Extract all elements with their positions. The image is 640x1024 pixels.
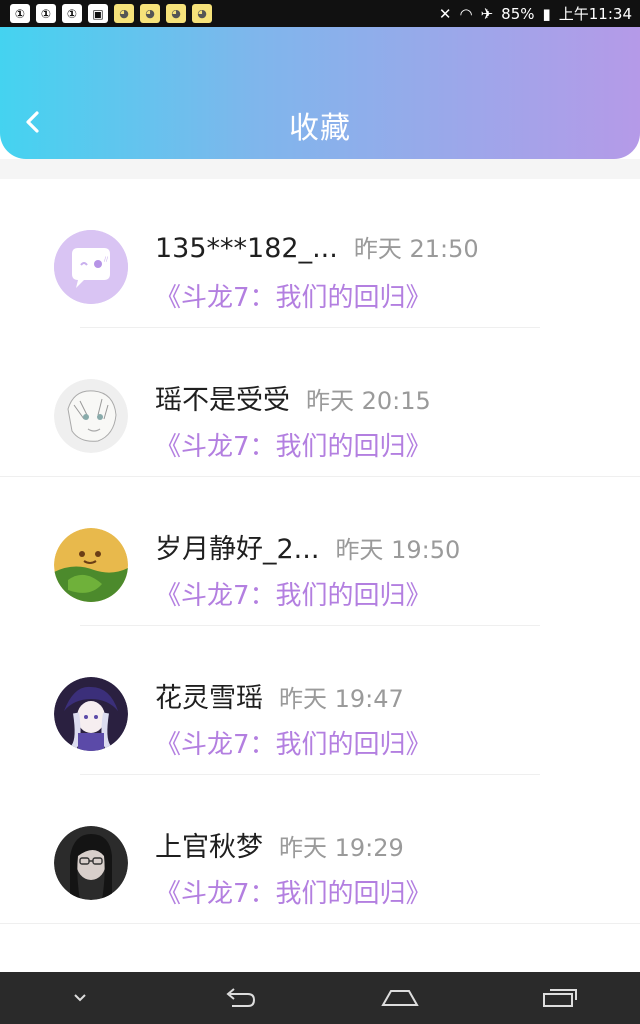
- timestamp: 昨天 19:29: [279, 834, 404, 862]
- user-name[interactable]: 上官秋梦: [155, 825, 263, 864]
- image-icon: ▣: [88, 4, 108, 23]
- name-row: 135***182_... 昨天 21:50: [155, 229, 479, 264]
- name-row: 瑶不是受受 昨天 20:15: [155, 378, 431, 417]
- divider: [0, 923, 640, 924]
- header-spacer: [0, 159, 640, 179]
- timestamp: 昨天 20:15: [306, 387, 431, 415]
- name-row: 上官秋梦 昨天 19:29: [155, 825, 404, 864]
- page-title: 收藏: [289, 111, 351, 146]
- chat-icon: ◕: [166, 4, 186, 23]
- list-item[interactable]: 上官秋梦 昨天 19:29 《斗龙7：我们的回归》: [0, 775, 640, 924]
- avatar[interactable]: [54, 528, 128, 602]
- user-name[interactable]: 135***182_...: [155, 233, 338, 264]
- favorites-list: // 135***182_... 昨天 21:50 《斗龙7：我们的回归》 瑶不…: [0, 179, 640, 924]
- wifi-icon: ◠: [459, 4, 473, 23]
- default-chat-avatar-icon: //: [54, 230, 128, 304]
- anime-avatar-icon: [54, 677, 128, 751]
- battery-level: 85%: [501, 4, 535, 23]
- list-item[interactable]: 岁月静好_2... 昨天 19:50 《斗龙7：我们的回归》: [0, 477, 640, 626]
- airplane-icon: ✈: [480, 4, 494, 23]
- notification-icon: ①: [36, 4, 56, 23]
- user-name[interactable]: 瑶不是受受: [155, 378, 290, 417]
- book-title-link[interactable]: 《斗龙7：我们的回归》: [155, 277, 432, 314]
- nav-back-button[interactable]: [210, 978, 270, 1018]
- sketch-avatar-icon: [54, 379, 128, 453]
- status-bar-system: ✕ ◠ ✈ 85% ▮ 上午11:34: [439, 3, 640, 24]
- mute-icon: ✕: [438, 4, 452, 23]
- book-title-link[interactable]: 《斗龙7：我们的回归》: [155, 724, 432, 761]
- chevron-down-icon: [74, 994, 86, 1002]
- book-title-link[interactable]: 《斗龙7：我们的回归》: [155, 426, 432, 463]
- avatar[interactable]: [54, 379, 128, 453]
- hide-keyboard-button[interactable]: [50, 978, 110, 1018]
- header-bar: 收藏: [0, 27, 640, 159]
- list-item[interactable]: 瑶不是受受 昨天 20:15 《斗龙7：我们的回归》: [0, 328, 640, 477]
- user-name[interactable]: 岁月静好_2...: [155, 527, 319, 566]
- notification-icon: ①: [62, 4, 82, 23]
- avatar[interactable]: [54, 677, 128, 751]
- chat-icon: ◕: [192, 4, 212, 23]
- book-title-link[interactable]: 《斗龙7：我们的回归》: [155, 575, 432, 612]
- photo-avatar-icon: [54, 826, 128, 900]
- avatar[interactable]: [54, 826, 128, 900]
- name-row: 花灵雪瑶 昨天 19:47: [155, 676, 404, 715]
- timestamp: 昨天 19:50: [335, 536, 461, 564]
- back-arrow-icon: [226, 988, 256, 1007]
- chat-icon: ◕: [140, 4, 160, 23]
- system-nav-bar: [0, 972, 640, 1024]
- book-title-link[interactable]: 《斗龙7：我们的回归》: [155, 873, 432, 910]
- clock: 上午11:34: [558, 5, 632, 23]
- nav-recents-button[interactable]: [530, 978, 590, 1018]
- avatar[interactable]: //: [54, 230, 128, 304]
- cartoon-avatar-icon: [54, 528, 128, 602]
- battery-icon: ▮: [542, 4, 551, 23]
- name-row: 岁月静好_2... 昨天 19:50: [155, 527, 460, 566]
- nav-home-button[interactable]: [370, 978, 430, 1018]
- list-item[interactable]: 花灵雪瑶 昨天 19:47 《斗龙7：我们的回归》: [0, 626, 640, 775]
- status-bar: ① ① ① ▣ ◕ ◕ ◕ ◕ ✕ ◠ ✈ 85% ▮ 上午11:34: [0, 0, 640, 27]
- timestamp: 昨天 19:47: [279, 685, 404, 713]
- status-bar-notifications: ① ① ① ▣ ◕ ◕ ◕ ◕: [0, 4, 212, 23]
- notification-icon: ①: [10, 4, 30, 23]
- list-item[interactable]: // 135***182_... 昨天 21:50 《斗龙7：我们的回归》: [0, 179, 640, 328]
- home-icon: [381, 990, 419, 1006]
- recents-icon: [543, 989, 577, 1007]
- chat-icon: ◕: [114, 4, 134, 23]
- timestamp: 昨天 21:50: [353, 235, 479, 263]
- user-name[interactable]: 花灵雪瑶: [155, 676, 263, 715]
